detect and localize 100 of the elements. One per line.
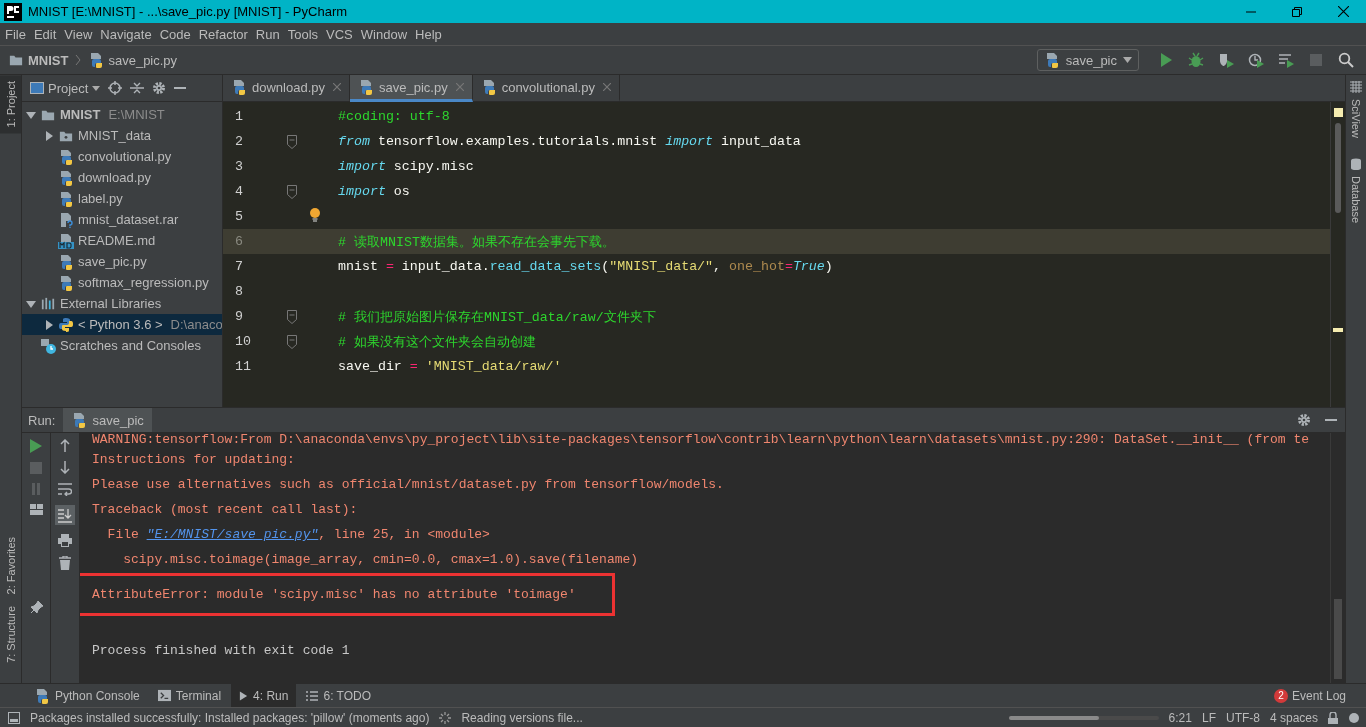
tree-item[interactable]: < Python 3.6 > [78, 317, 163, 332]
spinner-icon [439, 711, 452, 724]
down-arrow-icon[interactable] [60, 461, 70, 474]
python-file-icon [58, 253, 74, 270]
coverage-icon[interactable] [1218, 52, 1234, 68]
menu-item[interactable]: File [0, 26, 29, 42]
search-icon[interactable] [1338, 52, 1354, 68]
pin-icon[interactable] [29, 601, 43, 614]
fold-marker-icon[interactable] [287, 309, 297, 324]
tool-window-tab[interactable]: 6: TODO [298, 684, 380, 707]
menu-item[interactable]: Navigate [95, 26, 155, 42]
run-list-icon[interactable] [1278, 52, 1294, 68]
scrollbar-thumb[interactable] [1335, 123, 1341, 213]
run-panel-label: Run: [28, 412, 56, 428]
tree-item[interactable]: MNIST_data [78, 128, 151, 143]
tree-item[interactable]: label.py [78, 191, 123, 206]
lock-icon[interactable] [1328, 711, 1338, 724]
expanded-arrow-icon[interactable] [26, 109, 36, 120]
breadcrumb-item[interactable]: save_pic.py [88, 52, 178, 68]
line-number: 6 [234, 234, 244, 249]
line-number: 8 [234, 284, 244, 299]
event-log-button[interactable]: 2 Event Log [1273, 688, 1346, 703]
print-icon[interactable] [58, 534, 72, 547]
scratches-icon [40, 337, 56, 354]
menu-item[interactable]: Run [250, 26, 283, 42]
fold-marker-icon[interactable] [287, 334, 297, 349]
folder-icon [8, 53, 24, 67]
tool-window-tab[interactable]: 1: Project [0, 75, 21, 134]
file-link[interactable]: "E:/MNIST/save_pic.py" [146, 527, 319, 542]
code-line: # 如果没有这个文件夹会自动创建 [338, 333, 537, 351]
scroll-to-end-icon[interactable] [55, 505, 75, 525]
bug-icon[interactable] [1188, 52, 1204, 68]
menu-item[interactable]: Window [355, 26, 411, 42]
menu-item[interactable]: View [59, 26, 96, 42]
notification-badge: 2 [1273, 688, 1288, 703]
caret-icon[interactable] [1123, 57, 1132, 63]
trash-icon[interactable] [59, 556, 71, 570]
tree-item[interactable]: mnist_dataset.rar [78, 212, 179, 227]
code-line: import scipy.misc [338, 159, 475, 174]
lightbulb-icon[interactable] [309, 207, 321, 222]
locate-icon[interactable] [108, 81, 123, 95]
project-view-dropdown[interactable]: Project [30, 80, 101, 96]
soft-wrap-icon[interactable] [58, 483, 72, 496]
tool-window-tab[interactable]: 7: Structure [4, 600, 17, 669]
menu-item[interactable]: Code [154, 26, 194, 42]
tree-item[interactable]: save_pic.py [78, 254, 147, 269]
caret-position[interactable]: 6:21 [1168, 710, 1192, 725]
line-number: 3 [234, 159, 244, 174]
console-line: File "E:/MNIST/save_pic.py", line 25, in <module> [106, 527, 490, 542]
tool-window-tab[interactable]: Python Console [26, 684, 148, 707]
line-number: 10 [234, 334, 252, 349]
caret-icon[interactable] [92, 85, 101, 91]
code-line: import os [338, 184, 411, 199]
up-arrow-icon[interactable] [60, 439, 70, 452]
tree-item[interactable]: README.md [78, 233, 156, 248]
expanded-arrow-icon[interactable] [26, 298, 36, 309]
tree-item[interactable]: softmax_regression.py [78, 275, 209, 290]
tree-item[interactable]: MNIST [60, 107, 101, 122]
tool-window-tab[interactable]: Database [1350, 169, 1362, 230]
menu-item[interactable]: VCS [321, 26, 356, 42]
collapsed-arrow-icon[interactable] [44, 130, 54, 141]
profiler-icon[interactable] [1248, 52, 1264, 68]
python-file-icon [358, 79, 374, 95]
run-config-dropdown[interactable]: save_pic [1036, 49, 1139, 71]
settings-icon[interactable] [1297, 413, 1311, 427]
tree-item[interactable]: External Libraries [60, 296, 162, 311]
python-file-icon [58, 148, 74, 165]
tool-window-tab[interactable]: 4: Run [231, 684, 297, 707]
database-icon[interactable] [1350, 157, 1362, 170]
tool-window-tab[interactable]: SciView [1350, 93, 1362, 144]
editor-tab[interactable]: save_pic.py [350, 75, 473, 102]
warning-marker[interactable] [1333, 328, 1343, 332]
line-separator[interactable]: LF [1201, 710, 1216, 725]
fold-marker-icon[interactable] [287, 184, 297, 199]
menu-item[interactable]: Tools [282, 26, 322, 42]
breadcrumb-item[interactable]: MNIST [8, 52, 69, 68]
indent-setting[interactable]: 4 spaces [1269, 710, 1318, 725]
tree-item[interactable]: convolutional.py [78, 149, 172, 164]
tree-item[interactable]: download.py [78, 170, 151, 185]
file-encoding[interactable]: UTF-8 [1225, 710, 1260, 725]
layout-icon[interactable] [29, 504, 43, 515]
rerun-icon[interactable] [30, 439, 42, 453]
collapsed-arrow-icon[interactable] [44, 319, 54, 330]
console-line: WARNING:tensorflow:From D:\anaconda\envs\py_project\lib\site-packages\tensorflow\contrib\learn\python\learn\datasets\mnist.py:290: DataSet.__init__ (from te [92, 433, 1309, 447]
settings-icon[interactable] [152, 81, 167, 95]
collapse-icon[interactable] [130, 81, 145, 95]
scrollbar-thumb[interactable] [1334, 599, 1342, 679]
run-tab[interactable]: save_pic [63, 408, 152, 432]
grid-icon[interactable] [1350, 81, 1362, 93]
layout-toggle-icon[interactable] [8, 711, 20, 724]
fold-marker-icon[interactable] [287, 134, 297, 149]
run-icon[interactable] [1158, 52, 1174, 68]
tree-item[interactable]: Scratches and Consoles [60, 338, 201, 353]
background-task[interactable]: Reading versions file... [461, 710, 583, 725]
menu-item[interactable]: Edit [28, 26, 60, 42]
menu-item[interactable]: Help [410, 26, 445, 42]
tool-window-tab[interactable]: 2: Favorites [4, 530, 17, 601]
console-line: Please use alternatives such as official/mnist/dataset.py from tensorflow/models. [92, 477, 724, 492]
tool-window-tab[interactable]: Terminal [149, 684, 230, 707]
menu-item[interactable]: Refactor [193, 26, 251, 42]
